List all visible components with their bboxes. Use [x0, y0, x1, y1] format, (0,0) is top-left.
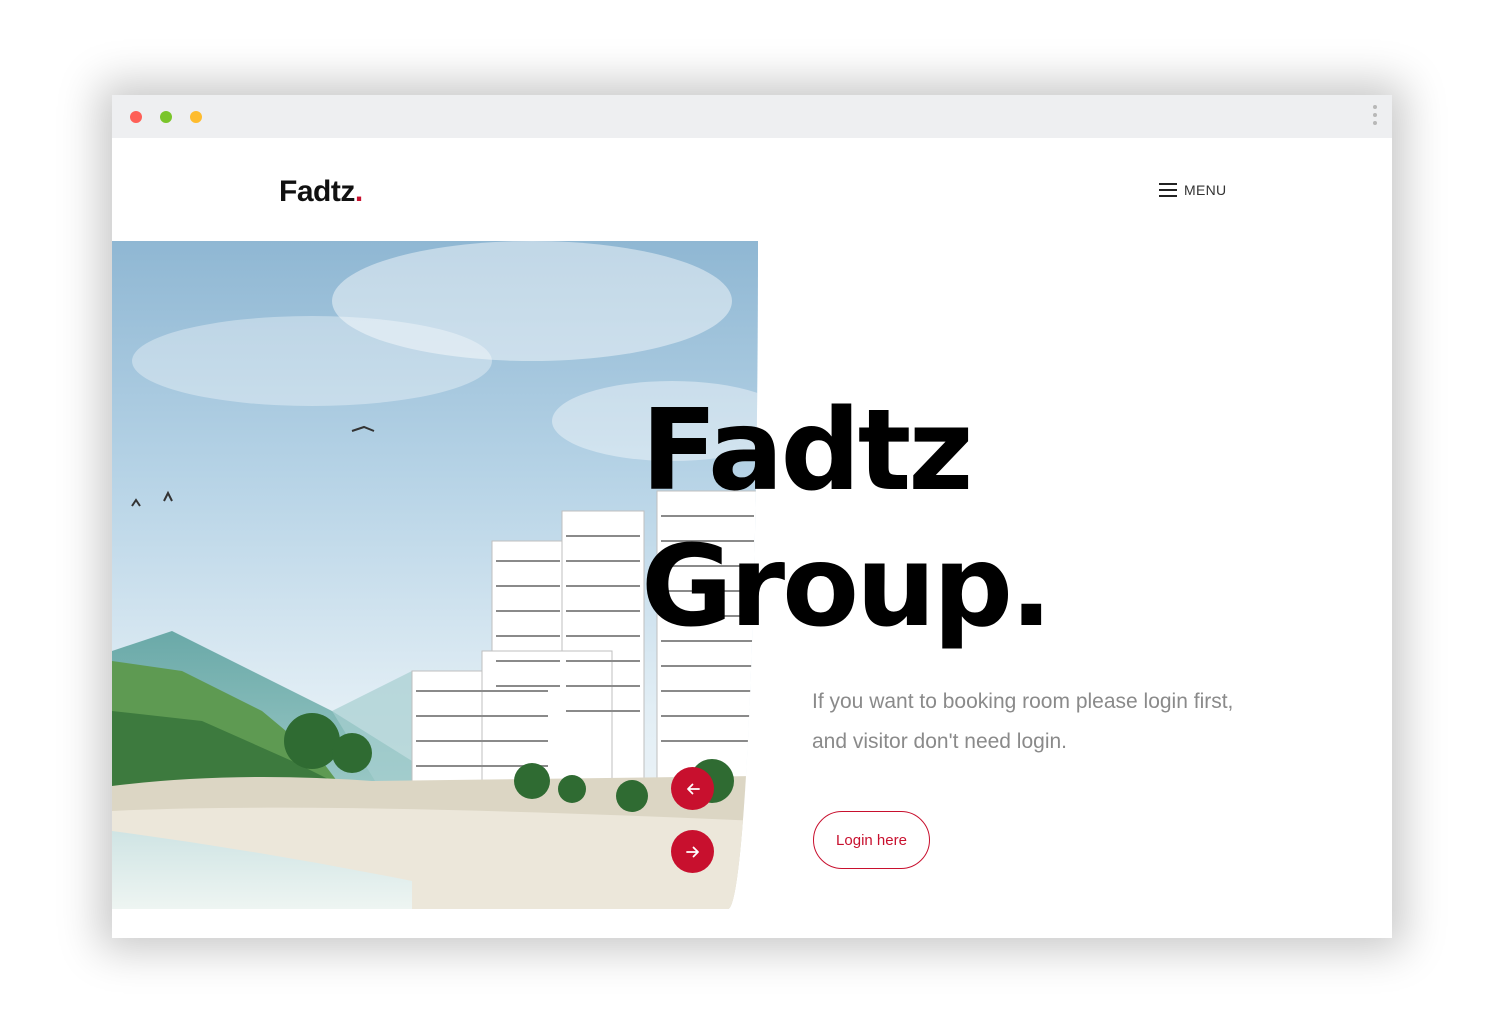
hero-title-line1: Fadtz [641, 386, 973, 516]
hero-description: If you want to booking room please login… [812, 690, 1234, 753]
browser-titlebar [112, 95, 1392, 138]
close-window-button[interactable] [130, 111, 142, 123]
maximize-window-button[interactable] [160, 111, 172, 123]
logo-dot: . [354, 175, 363, 208]
browser-window: Fadtz. MENU Fadtz Group. If you want to … [112, 95, 1392, 938]
site-logo[interactable]: Fadtz. [279, 175, 363, 209]
hero-title-line2: Group. [641, 522, 1053, 652]
hero-title: Fadtz Group. [641, 383, 1053, 655]
arrow-right-icon [685, 846, 699, 857]
slider-prev-button[interactable] [671, 767, 714, 810]
arrow-left-icon [686, 783, 700, 794]
menu-button[interactable]: MENU [1159, 179, 1226, 201]
hamburger-icon [1159, 183, 1177, 197]
minimize-window-button[interactable] [190, 111, 202, 123]
more-options-icon[interactable] [1372, 105, 1378, 129]
logo-text: Fadtz [279, 175, 355, 208]
slider-next-button[interactable] [671, 830, 714, 873]
login-button[interactable]: Login here [813, 811, 930, 869]
menu-label: MENU [1184, 182, 1227, 198]
